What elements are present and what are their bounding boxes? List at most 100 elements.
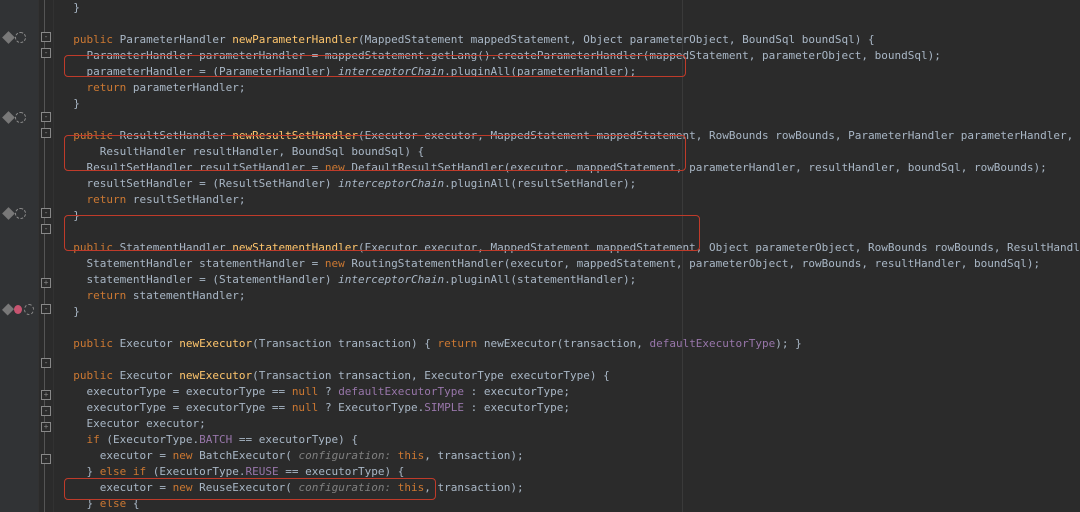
token: ResultHandler resultHandler, BoundSql bo… [100,145,425,158]
code-line[interactable]: return resultSetHandler; [60,192,1080,208]
token: new [325,161,352,174]
token: public [73,33,119,46]
fold-toggle[interactable]: + [41,278,51,288]
token: } [73,97,80,110]
code-line[interactable]: public ResultSetHandler newResultSetHand… [60,128,1080,144]
fold-toggle[interactable]: + [41,422,51,432]
token: (ExecutorType. [153,465,246,478]
code-line[interactable]: executorType = executorType == null ? de… [60,384,1080,400]
token: Executor [120,337,180,350]
code-line[interactable]: } else if (ExecutorType.REUSE == executo… [60,464,1080,480]
code-line[interactable]: ResultSetHandler resultSetHandler = new … [60,160,1080,176]
code-line[interactable]: public StatementHandler newStatementHand… [60,240,1080,256]
code-line[interactable]: ParameterHandler parameterHandler = mapp… [60,48,1080,64]
fold-toggle[interactable]: - [41,406,51,416]
code-line[interactable]: executor = new ReuseExecutor( configurat… [60,480,1080,496]
token: defaultExecutorType [338,385,464,398]
token: .pluginAll(statementHandler); [444,273,636,286]
token: null [292,385,325,398]
token: newResultSetHandler [232,129,358,142]
code-area[interactable]: } public ParameterHandler newParameterHa… [54,0,1080,512]
token: } [73,209,80,222]
code-line[interactable]: } [60,208,1080,224]
token: Executor [120,369,180,382]
token: return [87,289,133,302]
token: null [292,401,325,414]
code-line[interactable]: } [60,304,1080,320]
fold-toggle[interactable]: - [41,32,51,42]
code-line[interactable]: Executor executor; [60,416,1080,432]
token: ); } [775,337,802,350]
fold-toggle[interactable]: - [41,112,51,122]
code-line[interactable]: if (ExecutorType.BATCH == executorType) … [60,432,1080,448]
code-line[interactable] [60,320,1080,336]
fold-toggle[interactable]: + [41,390,51,400]
token: this [398,449,425,462]
fold-toggle[interactable]: - [41,358,51,368]
token: } [73,1,80,14]
token: return [438,337,484,350]
code-line[interactable]: public ParameterHandler newParameterHand… [60,32,1080,48]
override-icon [2,303,14,315]
code-line[interactable]: StatementHandler statementHandler = new … [60,256,1080,272]
gutter-mark[interactable] [4,304,34,314]
token: new [325,257,352,270]
token: ParameterHandler [120,33,233,46]
code-line[interactable]: resultSetHandler = (ResultSetHandler) in… [60,176,1080,192]
gutter-mark[interactable] [4,208,34,218]
code-line[interactable]: } [60,0,1080,16]
token: resultSetHandler = (ResultSetHandler) [87,177,339,190]
fold-toggle[interactable]: - [41,208,51,218]
token: newStatementHandler [232,241,358,254]
code-line[interactable] [60,112,1080,128]
token: == executorType) { [232,433,358,446]
code-line[interactable] [60,352,1080,368]
gutter-mark[interactable] [4,32,34,42]
token: interceptorChain [338,65,444,78]
code-line[interactable]: } else { [60,496,1080,512]
code-line[interactable]: ResultHandler resultHandler, BoundSql bo… [60,144,1080,160]
fold-toggle[interactable]: - [41,454,51,464]
code-line[interactable]: } [60,96,1080,112]
token: REUSE [245,465,278,478]
breadcrumb-icon [15,112,26,123]
token: public [73,241,119,254]
fold-toggle[interactable]: - [41,48,51,58]
code-line[interactable]: parameterHandler = (ParameterHandler) in… [60,64,1080,80]
fold-toggle[interactable]: - [41,304,51,314]
token: public [73,129,119,142]
code-line[interactable]: return statementHandler; [60,288,1080,304]
code-line[interactable]: public Executor newExecutor(Transaction … [60,336,1080,352]
token: new [173,481,200,494]
code-line[interactable]: statementHandler = (StatementHandler) in… [60,272,1080,288]
code-line[interactable]: executor = new BatchExecutor( configurat… [60,448,1080,464]
token: .pluginAll(resultSetHandler); [444,177,636,190]
token: (MappedStatement mappedStatement, Object… [358,33,875,46]
token: (Transaction transaction) { [252,337,437,350]
token: ParameterHandler parameterHandler = mapp… [87,49,941,62]
code-line[interactable]: public Executor newExecutor(Transaction … [60,368,1080,384]
token: DefaultResultSetHandler(executor, mapped… [351,161,1046,174]
token: executor = [100,481,173,494]
gutter-mark[interactable] [4,112,34,122]
token: ? [325,385,338,398]
override-icon [2,31,15,44]
code-line[interactable] [60,16,1080,32]
token: == executorType) { [279,465,405,478]
token: ResultSetHandler [120,129,233,142]
fold-toggle[interactable]: - [41,128,51,138]
token: : executorType; [464,401,570,414]
token: ? ExecutorType. [325,401,424,414]
token: parameterHandler; [133,81,246,94]
token: (Executor executor, MappedStatement mapp… [358,129,1073,142]
fold-toggle[interactable]: - [41,224,51,234]
token: ReuseExecutor( [199,481,298,494]
code-line[interactable] [60,224,1080,240]
token: : executorType; [464,385,570,398]
code-line[interactable]: executorType = executorType == null ? Ex… [60,400,1080,416]
code-line[interactable]: return parameterHandler; [60,80,1080,96]
token: public [73,369,119,382]
token: , transaction); [424,449,523,462]
token: } [87,465,100,478]
code-editor[interactable]: - - - - - - + - - + - + - } public ParameterHandler … [0,0,1080,512]
